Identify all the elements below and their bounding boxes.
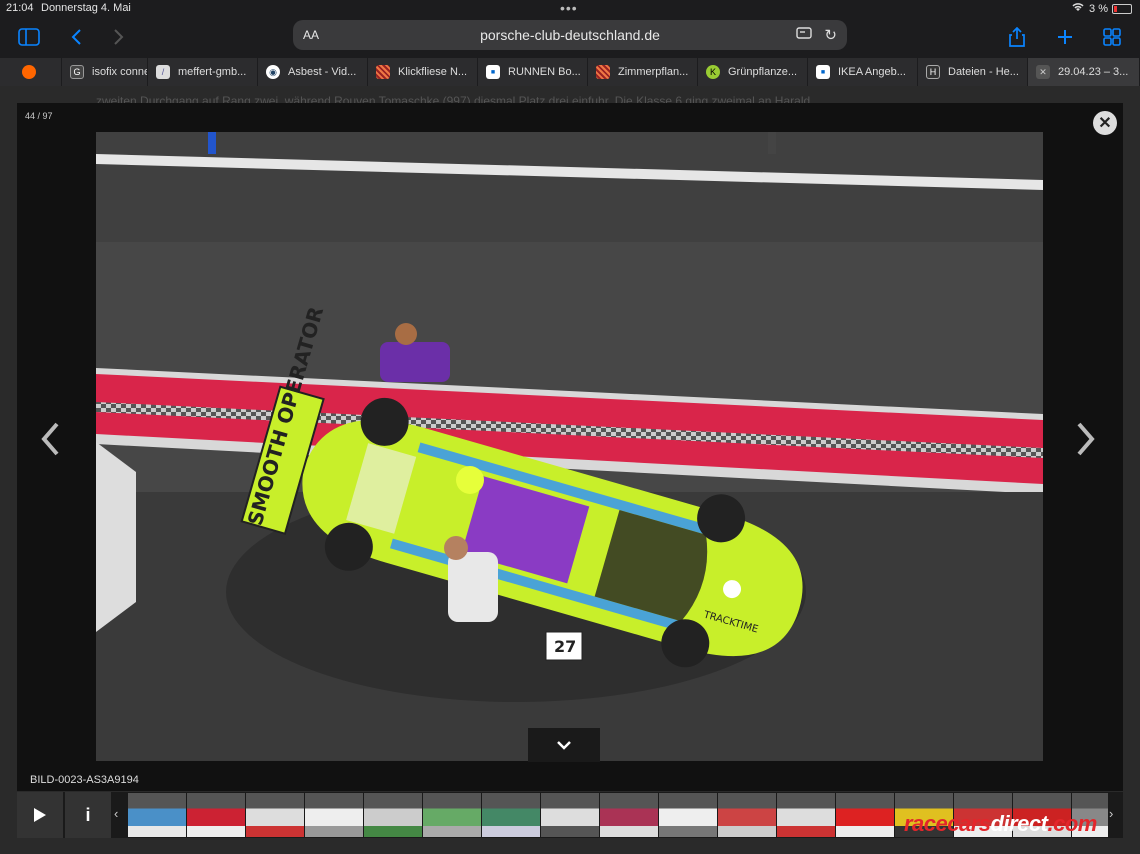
- thumbnail[interactable]: [777, 793, 835, 837]
- tab-label: Asbest - Vid...: [288, 66, 357, 78]
- thumbnail[interactable]: [187, 793, 245, 837]
- meffert-icon: /: [156, 65, 170, 79]
- tab-label: isofix conne: [92, 66, 148, 78]
- status-right: 3 %: [1071, 2, 1132, 15]
- play-icon: [34, 808, 46, 822]
- google-icon: G: [70, 65, 84, 79]
- new-tab-icon[interactable]: [1052, 24, 1078, 50]
- browser-toolbar: AA porsche-club-deutschland.de ↻: [0, 18, 1140, 56]
- tab-7[interactable]: K Grünpflanze...: [698, 58, 808, 86]
- thumbnail[interactable]: [128, 793, 186, 837]
- tab-1[interactable]: G isofix conne: [62, 58, 148, 86]
- thumbnail[interactable]: [718, 793, 776, 837]
- chevron-down-icon: [557, 741, 571, 750]
- status-time: 21:04: [6, 2, 34, 14]
- tab-overview-icon[interactable]: [1099, 24, 1125, 50]
- tab-0[interactable]: [0, 58, 62, 86]
- thumbnail[interactable]: [541, 793, 599, 837]
- pattern-icon: [376, 65, 390, 79]
- url-text[interactable]: porsche-club-deutschland.de: [293, 27, 847, 43]
- info-button[interactable]: i: [65, 792, 111, 838]
- tab-label: meffert-gmb...: [178, 66, 247, 78]
- tab-8[interactable]: ■ IKEA Angeb...: [808, 58, 918, 86]
- reader-icon[interactable]: [796, 26, 814, 44]
- thumbnail[interactable]: [600, 793, 658, 837]
- thumbnail[interactable]: [836, 793, 894, 837]
- thumbnail[interactable]: [659, 793, 717, 837]
- car-number: 27: [554, 637, 576, 656]
- close-button[interactable]: ✕: [1093, 111, 1117, 135]
- next-image-icon[interactable]: [1075, 421, 1097, 466]
- multitask-dots-icon[interactable]: •••: [560, 0, 578, 16]
- ikea-icon: ■: [816, 65, 830, 79]
- battery-percent: 3 %: [1089, 2, 1108, 15]
- share-icon[interactable]: [1004, 24, 1030, 50]
- asbest-icon: ◉: [266, 65, 280, 79]
- pattern-icon: [596, 65, 610, 79]
- forward-icon[interactable]: [106, 24, 132, 50]
- watermark-part-a: racecars: [904, 811, 991, 836]
- tab-label: Dateien - He...: [948, 66, 1019, 78]
- k-icon: K: [706, 65, 720, 79]
- collapse-button[interactable]: [528, 728, 600, 762]
- prev-image-icon[interactable]: [39, 421, 61, 466]
- close-icon[interactable]: ✕: [1036, 65, 1050, 79]
- thumbnail[interactable]: [246, 793, 304, 837]
- tab-5[interactable]: ■ RUNNEN Bo...: [478, 58, 588, 86]
- watermark-part-b: direct: [990, 811, 1048, 836]
- photo-lightbox: 44 / 97 ✕ SMOOTH OPERATOR TRACKTIME 27: [17, 103, 1123, 791]
- thumbs-prev-icon[interactable]: ‹: [114, 806, 118, 821]
- sidebar-icon[interactable]: [16, 24, 42, 50]
- tab-6[interactable]: Zimmerpflan...: [588, 58, 698, 86]
- thumbnail[interactable]: [305, 793, 363, 837]
- tab-label: IKEA Angeb...: [838, 66, 906, 78]
- tab-9[interactable]: H Dateien - He...: [918, 58, 1028, 86]
- tab-strip: G isofix conne / meffert-gmb... ◉ Asbest…: [0, 58, 1140, 86]
- h-icon: H: [926, 65, 940, 79]
- tab-label: Grünpflanze...: [728, 66, 798, 78]
- image-caption: BILD-0023-AS3A9194: [30, 774, 139, 786]
- thumbnail[interactable]: [423, 793, 481, 837]
- info-icon: i: [85, 804, 91, 825]
- wifi-icon: [1071, 2, 1085, 15]
- thumbs-next-icon[interactable]: ›: [1109, 806, 1113, 821]
- back-icon[interactable]: [63, 24, 89, 50]
- tab-3[interactable]: ◉ Asbest - Vid...: [258, 58, 368, 86]
- tab-2[interactable]: / meffert-gmb...: [148, 58, 258, 86]
- image-counter: 44 / 97: [25, 111, 53, 121]
- tab-label: RUNNEN Bo...: [508, 66, 581, 78]
- tab-label: Zimmerpflan...: [618, 66, 689, 78]
- address-bar[interactable]: AA porsche-club-deutschland.de ↻: [293, 20, 847, 50]
- ikea-icon: ■: [486, 65, 500, 79]
- thumbnail[interactable]: [482, 793, 540, 837]
- tab-label: Klickfliese N...: [398, 66, 468, 78]
- watermark-part-c: .com: [1047, 811, 1097, 836]
- tab-10-active[interactable]: ✕ 29.04.23 – 3...: [1028, 58, 1140, 86]
- battery-icon: [1112, 3, 1132, 14]
- reload-icon[interactable]: ↻: [824, 26, 837, 44]
- main-photo: SMOOTH OPERATOR TRACKTIME 27: [96, 132, 1043, 761]
- tab-4[interactable]: Klickfliese N...: [368, 58, 478, 86]
- orange-icon: [22, 65, 36, 79]
- tab-label: 29.04.23 – 3...: [1058, 66, 1129, 78]
- play-button[interactable]: [17, 792, 63, 838]
- status-bar: 21:04 Donnerstag 4. Mai ••• 3 %: [0, 0, 1140, 18]
- watermark: racecarsdirect.com: [904, 811, 1097, 837]
- status-date: Donnerstag 4. Mai: [41, 2, 131, 14]
- thumbnail[interactable]: [364, 793, 422, 837]
